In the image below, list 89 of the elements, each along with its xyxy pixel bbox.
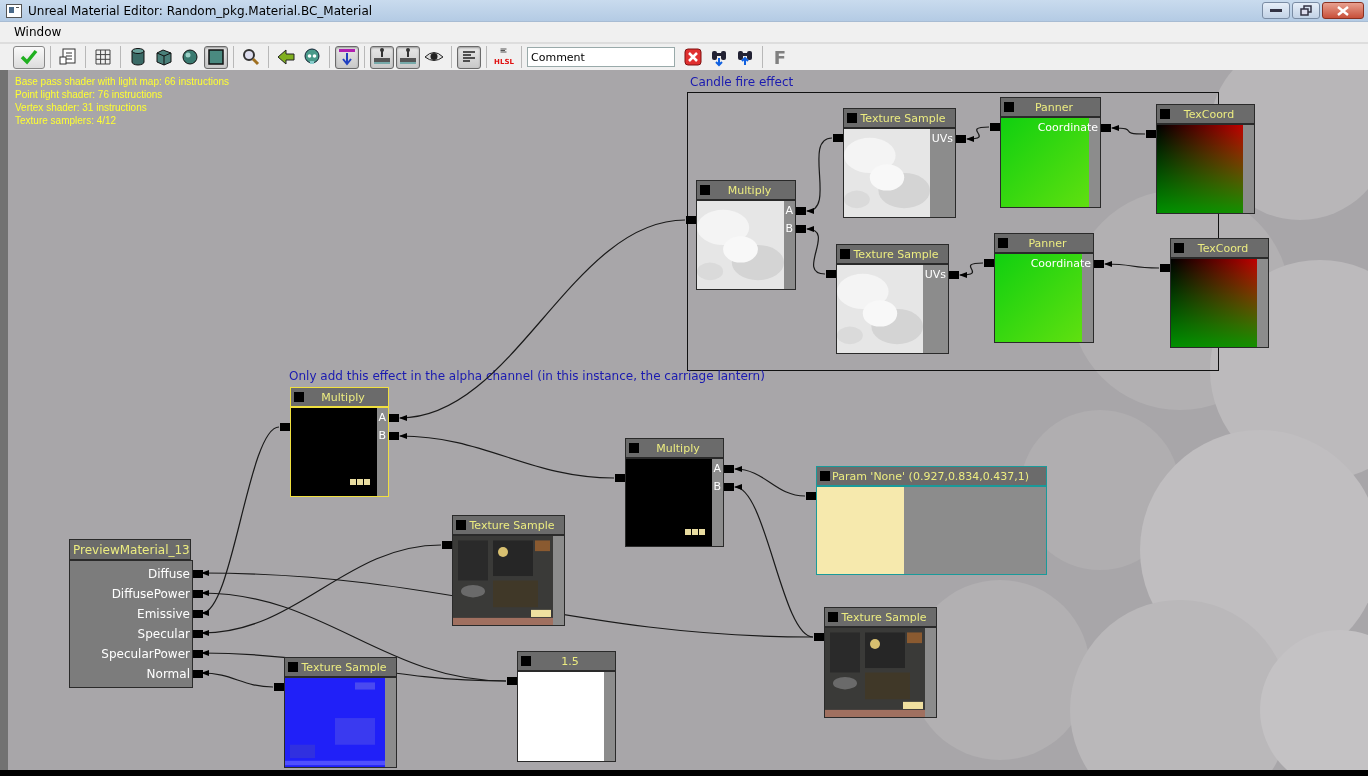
app-icon — [6, 3, 22, 18]
node-header[interactable]: PreviewMaterial_13 — [69, 539, 191, 560]
input-label: Emissive — [137, 607, 190, 621]
window-title: Unreal Material Editor: Random_pkg.Material.BC_Material — [28, 3, 374, 18]
minimize-button[interactable] — [1262, 2, 1290, 19]
comment-field[interactable]: Comment — [527, 47, 675, 67]
cube-icon — [154, 47, 174, 67]
output-pin[interactable] — [280, 423, 290, 431]
search-icon — [241, 47, 261, 67]
pin-down-icon — [337, 47, 357, 67]
input-pin[interactable] — [193, 650, 203, 658]
node-header[interactable]: 1.5 — [517, 651, 616, 671]
node-toggle[interactable] — [820, 471, 830, 481]
input-label: Diffuse — [147, 567, 190, 581]
close-icon — [1337, 5, 1349, 16]
output-pin[interactable] — [274, 683, 284, 691]
connector-icon — [372, 47, 392, 67]
check-button[interactable] — [13, 45, 45, 69]
plane-button[interactable] — [204, 45, 228, 69]
input-label: Normal — [146, 667, 190, 681]
input-label: A — [378, 412, 386, 424]
input-label: A — [713, 463, 721, 475]
node-toggle[interactable] — [828, 612, 838, 622]
maximize-button[interactable] — [1292, 2, 1320, 19]
input-pin[interactable] — [193, 670, 203, 678]
connector-button[interactable] — [396, 45, 420, 69]
input-label: A — [785, 205, 793, 217]
input-label: SpecularPower — [101, 647, 190, 661]
restore-icon — [1300, 5, 1312, 16]
output-pin[interactable] — [806, 492, 816, 500]
node-toggle[interactable] — [847, 113, 857, 123]
node-toggle[interactable] — [288, 662, 298, 672]
node-header[interactable]: Multiply — [696, 180, 796, 200]
input-label: B — [785, 223, 793, 235]
output-pin[interactable] — [833, 134, 843, 142]
output-pin[interactable] — [826, 270, 836, 278]
output-pin[interactable] — [686, 216, 696, 224]
sphere-icon — [180, 47, 200, 67]
output-pin[interactable] — [507, 677, 517, 685]
stats-line: Base pass shader with light map: 66 instructions — [15, 75, 229, 88]
output-pin[interactable] — [814, 633, 824, 641]
node-toggle[interactable] — [521, 656, 531, 666]
layout-icon — [58, 47, 78, 67]
node-header[interactable]: Multiply — [290, 387, 389, 407]
connector-icon — [398, 47, 418, 67]
node-header[interactable]: Multiply — [625, 438, 724, 458]
node-header[interactable]: Texture Sample — [284, 657, 397, 677]
input-label: B — [713, 481, 721, 493]
output-pin[interactable] — [442, 541, 452, 549]
plane-icon — [206, 47, 226, 67]
skull-icon — [302, 47, 322, 67]
input-pin[interactable] — [389, 414, 399, 422]
minimize-icon — [1270, 8, 1282, 13]
clear-icon — [683, 47, 703, 67]
input-pin[interactable] — [193, 570, 203, 578]
input-pin[interactable] — [193, 610, 203, 618]
text-align-button[interactable] — [457, 45, 481, 69]
node-toggle[interactable] — [294, 392, 304, 402]
node-toggle[interactable] — [456, 520, 466, 530]
menu-item[interactable]: Window — [8, 25, 68, 39]
node-toggle[interactable] — [700, 185, 710, 195]
pin-down-button[interactable] — [335, 45, 359, 69]
input-pin[interactable] — [724, 465, 734, 473]
node-toggle[interactable] — [629, 443, 639, 453]
comment-text: Only add this effect in the alpha channel (in this instance, the carriage lantern) — [289, 369, 765, 383]
input-pin[interactable] — [193, 590, 203, 598]
left-arrow-icon — [276, 47, 296, 67]
wire — [806, 227, 826, 275]
cylinder-icon — [128, 47, 148, 67]
input-label: B — [378, 430, 386, 442]
grid-icon — [93, 47, 113, 67]
input-pin[interactable] — [796, 207, 806, 215]
input-pin[interactable] — [193, 630, 203, 638]
output-pin[interactable] — [615, 474, 625, 482]
stats-line: Point light shader: 76 instructions — [15, 88, 164, 101]
stats-line: Vertex shader: 31 instructions — [15, 101, 148, 114]
clear-button[interactable] — [681, 45, 705, 69]
check-icon — [19, 47, 39, 67]
input-pin[interactable] — [389, 432, 399, 440]
input-pin[interactable] — [796, 225, 806, 233]
input-label: Specular — [137, 627, 190, 641]
close-button[interactable] — [1322, 2, 1364, 19]
connector-button[interactable] — [370, 45, 394, 69]
comment-text: Candle fire effect — [690, 75, 794, 89]
node-header[interactable]: Texture Sample — [452, 515, 565, 535]
input-pin[interactable] — [724, 483, 734, 491]
input-label: DiffusePower — [111, 587, 190, 601]
stats-line: Texture samplers: 4/12 — [15, 114, 118, 127]
node-toggle[interactable] — [840, 249, 850, 259]
